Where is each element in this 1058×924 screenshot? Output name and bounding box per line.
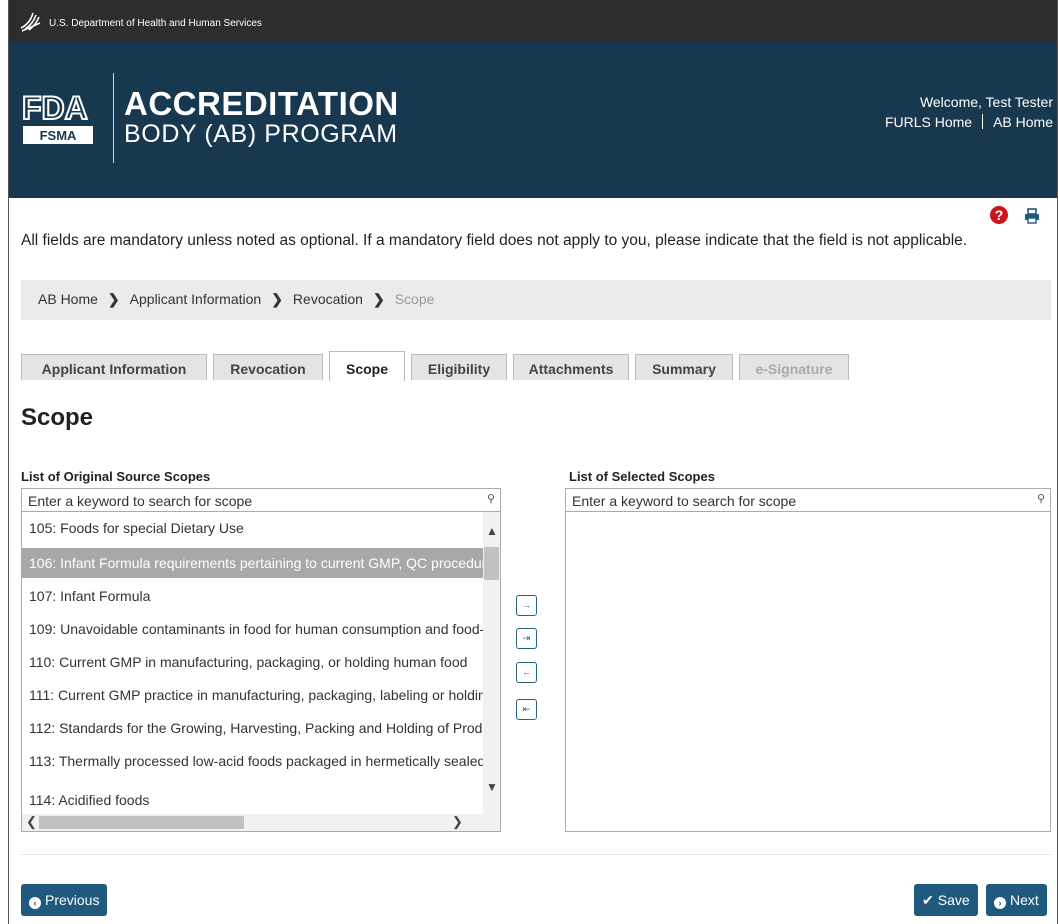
hhs-bar: U.S. Department of Health and Human Serv… [9,0,1057,42]
hhs-agency-text[interactable]: U.S. Department of Health and Human Serv… [49,18,262,29]
chevron-right-circle-icon: › [994,897,1006,909]
previous-button[interactable]: ‹ Previous [21,884,108,916]
chevron-left-circle-icon: ‹ [29,897,41,909]
target-search-input[interactable]: Enter a keyword to search for scope ⚲ [565,488,1051,512]
save-button[interactable]: ✔ Save [914,884,978,916]
scroll-up-icon[interactable]: ▲ [486,524,498,538]
tab-applicant-information[interactable]: Applicant Information [21,354,207,380]
breadcrumb-ab-home[interactable]: AB Home [38,291,98,307]
welcome-text: Welcome, Test Tester [919,94,1053,110]
search-icon: ⚲ [486,493,495,505]
hhs-eagle-icon [20,12,41,32]
source-scope-list[interactable]: 105: Foods for special Dietary Use 106: … [21,512,501,832]
move-right-button[interactable]: → [516,595,537,616]
breadcrumb-revocation[interactable]: Revocation [293,291,363,307]
program-title: ACCREDITATION [124,85,399,122]
list-item[interactable]: 114: Acidified foods [22,785,485,815]
move-all-left-button[interactable]: ⇤ [516,699,537,720]
chevron-right-icon: ❯ [271,291,283,307]
footer-divider [21,854,1051,855]
target-search-placeholder: Enter a keyword to search for scope [572,493,797,509]
list-item[interactable]: 105: Foods for special Dietary Use [22,513,485,543]
next-button[interactable]: › Next [986,884,1047,916]
furls-home-link[interactable]: FURLS Home [885,114,972,130]
chevron-right-icon: ❯ [372,291,385,307]
scroll-right-icon[interactable]: ❯ [452,814,463,830]
search-icon: ⚲ [1036,493,1045,505]
mandatory-fields-note: All fields are mandatory unless noted as… [21,232,968,249]
scroll-down-icon[interactable]: ▼ [486,780,498,794]
list-item[interactable]: 106: Infant Formula requirements pertain… [22,548,485,578]
move-left-button[interactable]: ← [516,662,537,683]
list-item[interactable]: 111: Current GMP practice in manufacturi… [22,680,485,710]
list-item[interactable]: 107: Infant Formula [22,581,485,611]
tab-e-signature: e-Signature [739,354,849,380]
horizontal-scroll-thumb[interactable] [39,816,244,829]
list-item[interactable]: 110: Current GMP in manufacturing, packa… [22,647,485,677]
save-label: Save [937,892,970,908]
tab-summary[interactable]: Summary [635,354,733,380]
previous-label: Previous [45,892,100,908]
link-separator [982,114,984,129]
chevron-right-icon: ❯ [107,291,120,307]
next-label: Next [1010,892,1039,908]
tab-attachments[interactable]: Attachments [513,354,629,380]
print-icon[interactable] [1024,208,1040,224]
breadcrumb-applicant-information[interactable]: Applicant Information [130,291,262,307]
horizontal-scrollbar[interactable]: ❮ ❯ [22,814,500,831]
page-title: Scope [21,404,94,431]
tab-revocation[interactable]: Revocation [213,354,323,380]
selected-scope-list[interactable] [565,512,1051,832]
fda-fsma-logo: FDA FSMA [21,89,93,144]
move-all-right-button[interactable]: ⇥ [516,628,537,649]
list-item[interactable]: 113: Thermally processed low-acid foods … [22,746,485,776]
target-list-label: List of Selected Scopes [569,469,715,484]
list-item[interactable]: 112: Standards for the Growing, Harvesti… [22,713,485,743]
logo-divider [113,73,114,163]
question-circle-icon[interactable]: ? [990,206,1008,224]
breadcrumb: AB Home ❯ Applicant Information ❯ Revocation… [21,280,1051,320]
source-search-placeholder: Enter a keyword to search for scope [28,493,253,509]
ab-home-link[interactable]: AB Home [993,114,1053,130]
scroll-left-icon[interactable]: ❮ [26,814,37,830]
source-list-label: List of Original Source Scopes [21,469,211,484]
page-frame: U.S. Department of Health and Human Serv… [8,0,1058,924]
vertical-scrollbar[interactable]: ▲ ▼ [483,512,500,815]
logo-fsma-text: FSMA [40,128,77,143]
list-item[interactable]: 109: Unavoidable contaminants in food fo… [22,614,485,644]
breadcrumb-scope: Scope [394,291,435,307]
tab-eligibility[interactable]: Eligibility [411,354,507,380]
save-check-icon: ✔ [922,892,934,908]
svg-text:FDA: FDA [22,90,88,126]
source-search-input[interactable]: Enter a keyword to search for scope ⚲ [21,488,501,512]
user-links: FURLS Home AB Home [885,114,1053,130]
program-banner: FDA FSMA ACCREDITATION BODY (AB) PROGRAM… [9,42,1057,198]
vertical-scroll-thumb[interactable] [484,547,499,580]
program-subtitle: BODY (AB) PROGRAM [124,120,398,148]
tab-scope[interactable]: Scope [329,351,405,381]
